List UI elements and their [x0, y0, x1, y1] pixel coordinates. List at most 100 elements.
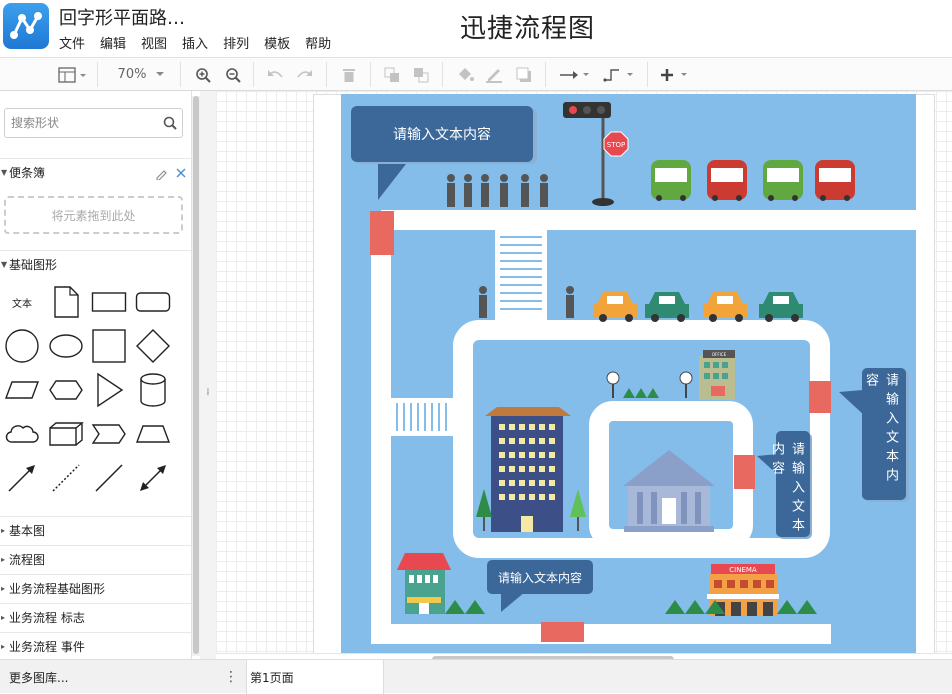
to-front-button[interactable]: [381, 58, 403, 91]
arrow-connector-shape[interactable]: [2, 458, 42, 498]
library-bpmn-events[interactable]: ▸ 业务流程 事件: [0, 632, 191, 660]
line-shape[interactable]: [89, 458, 129, 498]
crosswalk-top: [495, 230, 547, 320]
triangle-shape[interactable]: [89, 370, 129, 410]
edit-icon[interactable]: [155, 167, 168, 180]
drawing-canvas[interactable]: OFFICE CINEMA STOP 请输入文本内容 请输入文本内容 请输入文本…: [216, 91, 952, 660]
search-input[interactable]: [5, 109, 155, 137]
cloud-shape[interactable]: [2, 414, 42, 454]
page-tab-1[interactable]: 第1页面: [246, 660, 384, 694]
zoom-out-icon: [226, 67, 241, 83]
format-panel-button[interactable]: [53, 58, 91, 91]
pencil-icon: [486, 68, 502, 83]
page-tabs: ⋮ 第1页面: [216, 660, 384, 694]
parallelogram-shape[interactable]: [2, 370, 42, 410]
trash-icon: [343, 68, 355, 82]
menu-edit[interactable]: 编辑: [100, 33, 126, 52]
diamond-shape[interactable]: [133, 326, 173, 366]
zoom-in-button[interactable]: [192, 58, 214, 91]
undo-icon: [268, 69, 283, 77]
flow-logo-icon: [10, 12, 42, 39]
rounded-rectangle-shape[interactable]: [133, 282, 173, 322]
hexagon-shape[interactable]: [46, 370, 86, 410]
arrow-right-icon: [560, 70, 589, 79]
cylinder-shape[interactable]: [133, 370, 173, 410]
green-bus: [763, 160, 803, 201]
note-shape[interactable]: [46, 282, 86, 322]
bushes: [623, 388, 659, 398]
shape-search: [4, 108, 183, 138]
redo-button[interactable]: [294, 58, 316, 91]
menu-arrange[interactable]: 排列: [223, 33, 249, 52]
menu-view[interactable]: 视图: [141, 33, 167, 52]
menu-insert[interactable]: 插入: [182, 33, 208, 52]
step-shape[interactable]: [89, 414, 129, 454]
library-flowchart[interactable]: ▸ 流程图: [0, 545, 191, 573]
library-basic[interactable]: ▸ 基本图: [0, 516, 191, 544]
menu-bar: 文件 编辑 视图 插入 排列 模板 帮助: [59, 33, 346, 52]
cube-shape[interactable]: [46, 414, 86, 454]
library-label: 流程图: [9, 553, 46, 567]
bidirectional-arrow-shape[interactable]: [133, 458, 173, 498]
library-bpmn-signs[interactable]: ▸ 业务流程 标志: [0, 603, 191, 631]
toolbar: 70%: [0, 58, 952, 91]
basic-shapes-palette: 文本: [0, 286, 191, 511]
shape-sidebar: ▼ 便条簿 将元素拖到此处 ▼ 基础图形 文本 ▸基本图 ▸流程图 ▸业务流程基…: [0, 91, 192, 660]
page-menu-button[interactable]: ⋮: [216, 660, 246, 694]
close-icon[interactable]: [175, 167, 187, 179]
shadow-icon: [516, 67, 531, 82]
zoom-out-button[interactable]: [222, 58, 244, 91]
bushes: [665, 600, 725, 614]
dashed-line-shape[interactable]: [46, 458, 86, 498]
menu-file[interactable]: 文件: [59, 33, 85, 52]
ellipse-shape[interactable]: [46, 326, 86, 366]
shadow-button[interactable]: [513, 58, 535, 91]
rectangle-shape[interactable]: [89, 282, 129, 322]
to-back-button[interactable]: [410, 58, 432, 91]
zoom-select[interactable]: 70%: [108, 58, 176, 91]
road-marker: [734, 455, 755, 489]
sidebar-splitter[interactable]: ⁞: [200, 91, 216, 693]
sidebar-scrollbar-thumb[interactable]: [193, 96, 199, 654]
search-icon[interactable]: [163, 116, 177, 130]
road-marker: [541, 622, 584, 642]
line-color-button[interactable]: [483, 58, 505, 91]
insert-button[interactable]: [657, 58, 693, 91]
document-title[interactable]: 回字形平面路…: [59, 4, 185, 30]
basic-shapes-header[interactable]: ▼ 基础图形: [0, 250, 191, 278]
waypoint-style-button[interactable]: [600, 58, 638, 91]
library-label: 基本图: [9, 524, 46, 538]
connection-style-button[interactable]: [556, 58, 594, 91]
small-office: OFFICE: [699, 350, 735, 400]
office-sign-text: OFFICE: [712, 352, 727, 357]
basic-shapes-title: 基础图形: [9, 258, 58, 272]
caret-right-icon: ▸: [1, 613, 6, 622]
circle-shape[interactable]: [2, 326, 42, 366]
scratchpad-title: 便条簿: [9, 166, 46, 180]
panel-layout-icon: [58, 66, 86, 83]
menu-help[interactable]: 帮助: [305, 33, 331, 52]
caret-right-icon: ▸: [1, 642, 6, 651]
undo-button[interactable]: [264, 58, 286, 91]
more-libraries-link[interactable]: 更多图库...: [0, 660, 192, 694]
city-road-diagram[interactable]: OFFICE CINEMA STOP 请输入文本内容 请输入文本内容: [341, 94, 916, 654]
menu-template[interactable]: 模板: [264, 33, 290, 52]
road-marker: [809, 381, 831, 413]
library-bpmn-basic[interactable]: ▸ 业务流程基础图形: [0, 574, 191, 602]
library-label: 业务流程基础图形: [9, 582, 106, 596]
delete-button[interactable]: [338, 58, 360, 91]
green-bus: [651, 160, 691, 201]
sidebar-scrollbar[interactable]: [192, 96, 200, 656]
callout-inner-right-text: 请输入文本内容: [769, 442, 804, 537]
text-shape-label: 文本: [12, 298, 32, 310]
scratchpad-header[interactable]: ▼ 便条簿: [0, 158, 191, 186]
text-shape[interactable]: 文本: [2, 282, 42, 322]
red-bus: [815, 160, 855, 201]
elbow-connector-icon: [603, 68, 633, 82]
square-shape[interactable]: [89, 326, 129, 366]
fill-color-button[interactable]: [454, 58, 476, 91]
red-bus: [707, 160, 747, 201]
chevron-down-icon: [156, 71, 165, 76]
trapezoid-shape[interactable]: [133, 414, 173, 454]
scratchpad-dropzone[interactable]: 将元素拖到此处: [4, 196, 183, 234]
